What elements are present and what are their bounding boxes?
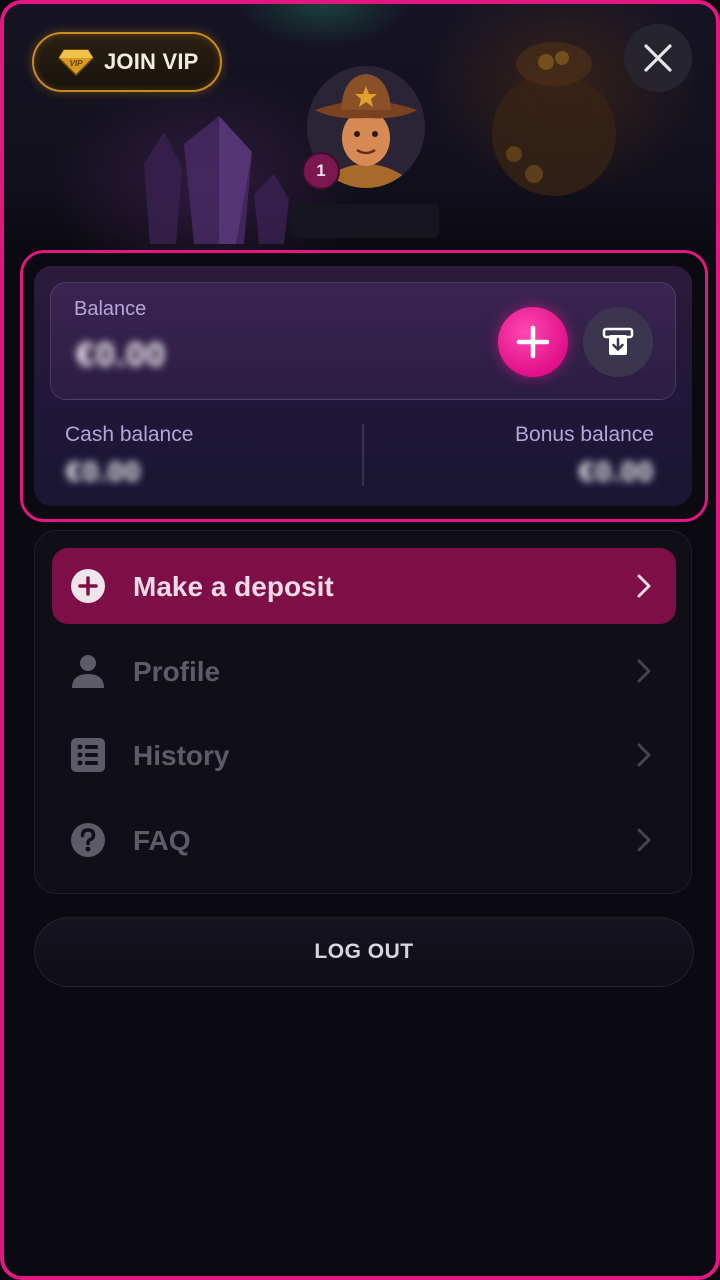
chevron-right-icon: [637, 743, 651, 767]
plus-circle-icon: [70, 568, 106, 604]
withdraw-button[interactable]: [583, 307, 653, 377]
plus-icon: [516, 325, 550, 359]
menu-item-label: Make a deposit: [133, 571, 334, 602]
menu-item-label: History: [133, 740, 230, 771]
add-funds-button[interactable]: [498, 307, 568, 377]
diamond-icon: VIP: [58, 49, 94, 76]
logout-button[interactable]: LOG OUT: [34, 917, 694, 987]
menu-item-history[interactable]: History: [52, 717, 676, 793]
balance-divider: [362, 424, 364, 486]
chevron-right-icon: [637, 574, 651, 598]
bonus-balance-amount: €0.00: [578, 456, 654, 487]
user-icon: [70, 653, 106, 689]
crystal-decoration: [144, 116, 289, 244]
username-placeholder: [291, 204, 439, 238]
join-vip-label: JOIN VIP: [104, 49, 199, 74]
chevron-right-icon: [637, 828, 651, 852]
level-badge: 1: [302, 152, 340, 190]
menu-item-label: Profile: [133, 656, 221, 687]
menu-item-profile[interactable]: Profile: [52, 633, 676, 709]
list-icon: [70, 737, 106, 773]
bonus-balance-label: Bonus balance: [515, 423, 654, 446]
cash-balance-amount: €0.00: [66, 456, 142, 487]
menu-item-faq[interactable]: FAQ: [52, 802, 676, 878]
join-vip-button[interactable]: VIP JOIN VIP: [32, 32, 222, 92]
account-drawer: VIP JOIN VIP 1 Balance €0.00 Cash balanc…: [0, 0, 720, 1280]
cash-balance-label: Cash balance: [65, 423, 194, 446]
menu-item-label: FAQ: [133, 825, 191, 856]
close-button[interactable]: [624, 24, 692, 92]
chevron-right-icon: [637, 659, 651, 683]
menu-item-make-deposit[interactable]: Make a deposit: [52, 548, 676, 624]
question-circle-icon: [70, 822, 106, 858]
balance-title: Balance: [74, 298, 147, 320]
close-icon: [644, 44, 672, 72]
balance-amount: €0.00: [76, 336, 167, 374]
vip-badge-text: VIP: [70, 59, 84, 68]
treasure-bag-decoration: [492, 42, 616, 196]
withdraw-icon: [602, 327, 634, 355]
